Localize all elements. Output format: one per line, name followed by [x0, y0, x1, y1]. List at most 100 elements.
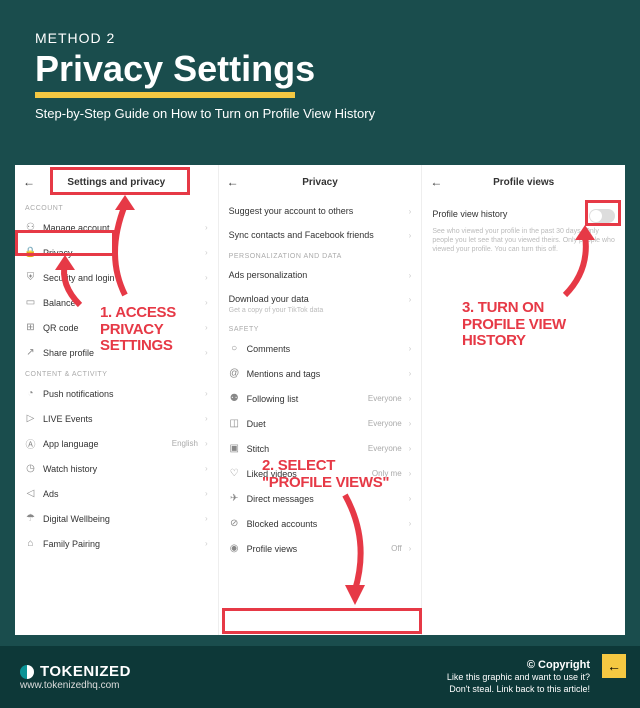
megaphone-icon: ◁ — [25, 488, 36, 499]
panel-title: Privacy — [241, 177, 400, 188]
header: METHOD 2 Privacy Settings Step-by-Step G… — [0, 0, 640, 136]
title-underline — [35, 92, 295, 98]
shield-icon: ⛨ — [25, 272, 36, 283]
row-ads-pers[interactable]: Ads personalization› — [219, 263, 422, 287]
row-stitch[interactable]: ▣StitchEveryone› — [219, 436, 422, 461]
chevron-right-icon: › — [409, 369, 412, 378]
row-balance[interactable]: ▭Balance› — [15, 290, 218, 315]
chevron-right-icon: › — [409, 295, 412, 304]
footer: TOKENIZED www.tokenizedhq.com © Copyrigh… — [0, 646, 640, 708]
at-icon: @ — [229, 368, 240, 379]
copyright-block: © Copyright Like this graphic and want t… — [447, 658, 590, 696]
download-sub: Get a copy of your TikTok data — [219, 306, 422, 320]
row-manage-account[interactable]: ⚇Manage account› — [15, 215, 218, 240]
section-safety: SAFETY — [219, 320, 422, 336]
chevron-right-icon: › — [409, 469, 412, 478]
section-personalization: PERSONALIZATION AND DATA — [219, 247, 422, 263]
chevron-right-icon: › — [205, 539, 208, 548]
row-suggest[interactable]: Suggest your account to others› — [219, 199, 422, 223]
panel-profile-views: ← Profile views Profile view history See… — [422, 165, 625, 635]
copyright-line1: Like this graphic and want to use it? — [447, 672, 590, 684]
chevron-right-icon: › — [205, 414, 208, 423]
chevron-right-icon: › — [205, 489, 208, 498]
profile-view-history-toggle[interactable] — [589, 209, 615, 223]
row-push[interactable]: ◔Push notifications› — [15, 381, 218, 406]
chevron-right-icon: › — [409, 271, 412, 280]
eye-icon: ◉ — [229, 543, 240, 554]
brand-block: TOKENIZED www.tokenizedhq.com — [20, 663, 131, 691]
row-watch[interactable]: ◷Watch history› — [15, 456, 218, 481]
panel-header: ← Settings and privacy — [15, 165, 218, 199]
person-icon: ⚇ — [25, 222, 36, 233]
brand: TOKENIZED — [20, 663, 131, 680]
chevron-right-icon: › — [205, 323, 208, 332]
back-arrow-icon[interactable]: ← — [430, 175, 444, 189]
row-dm[interactable]: ✈Direct messages› — [219, 486, 422, 511]
home-icon: ⌂ — [25, 538, 36, 549]
back-arrow-icon[interactable]: ← — [227, 175, 241, 189]
screenshot-panels: ← Settings and privacy ACCOUNT ⚇Manage a… — [15, 165, 625, 635]
toggle-description: See who viewed your profile in the past … — [432, 227, 615, 254]
brand-url: www.tokenizedhq.com — [20, 680, 131, 691]
chevron-right-icon: › — [205, 464, 208, 473]
copyright-title: © Copyright — [447, 658, 590, 672]
chevron-right-icon: › — [205, 439, 208, 448]
panel-settings: ← Settings and privacy ACCOUNT ⚇Manage a… — [15, 165, 219, 635]
method-label: METHOD 2 — [35, 30, 605, 46]
row-duet[interactable]: ◫DuetEveryone› — [219, 411, 422, 436]
plane-icon: ✈ — [229, 493, 240, 504]
row-live[interactable]: ▷LIVE Events› — [15, 406, 218, 431]
page-title: Privacy Settings — [35, 48, 605, 90]
row-security[interactable]: ⛨Security and login› — [15, 265, 218, 290]
wallet-icon: ▭ — [25, 297, 36, 308]
row-mentions[interactable]: @Mentions and tags› — [219, 361, 422, 386]
row-share[interactable]: ↗Share profile› — [15, 340, 218, 365]
chevron-right-icon: › — [205, 248, 208, 257]
row-following[interactable]: ⚉Following listEveryone› — [219, 386, 422, 411]
panel-title: Profile views — [444, 177, 603, 188]
row-comments[interactable]: ○Comments› — [219, 336, 422, 361]
chevron-right-icon: › — [409, 494, 412, 503]
row-qr[interactable]: ⊞QR code› — [15, 315, 218, 340]
row-wellbeing[interactable]: ☂Digital Wellbeing› — [15, 506, 218, 531]
live-icon: ▷ — [25, 413, 36, 424]
chevron-right-icon: › — [205, 514, 208, 523]
row-blocked[interactable]: ⊘Blocked accounts› — [219, 511, 422, 536]
row-profile-views[interactable]: ◉Profile viewsOff› — [219, 536, 422, 561]
subtitle: Step-by-Step Guide on How to Turn on Pro… — [35, 106, 605, 121]
lock-icon: 🔒 — [25, 247, 36, 258]
row-ads[interactable]: ◁Ads› — [15, 481, 218, 506]
panel-header: ← Privacy — [219, 165, 422, 199]
chevron-right-icon: › — [409, 207, 412, 216]
chevron-right-icon: › — [205, 223, 208, 232]
panel-title: Settings and privacy — [37, 177, 196, 188]
row-download[interactable]: Download your data› — [219, 287, 422, 306]
row-family[interactable]: ⌂Family Pairing› — [15, 531, 218, 556]
brand-name: TOKENIZED — [40, 663, 131, 680]
chevron-right-icon: › — [409, 231, 412, 240]
back-arrow-icon[interactable]: ← — [23, 175, 37, 189]
people-icon: ⚉ — [229, 393, 240, 404]
chevron-right-icon: › — [409, 344, 412, 353]
row-liked[interactable]: ♡Liked videosOnly me› — [219, 461, 422, 486]
panel-header: ← Profile views — [422, 165, 625, 199]
globe-icon: Ⓐ — [25, 438, 36, 449]
row-language[interactable]: ⒶApp languageEnglish› — [15, 431, 218, 456]
comment-icon: ○ — [229, 343, 240, 354]
section-account: ACCOUNT — [15, 199, 218, 215]
row-privacy[interactable]: 🔒Privacy› — [15, 240, 218, 265]
chevron-right-icon: › — [409, 544, 412, 553]
share-icon: ↗ — [25, 347, 36, 358]
row-sync[interactable]: Sync contacts and Facebook friends› — [219, 223, 422, 247]
toggle-label: Profile view history — [432, 209, 507, 219]
chevron-right-icon: › — [205, 389, 208, 398]
stitch-icon: ▣ — [229, 443, 240, 454]
chevron-right-icon: › — [205, 298, 208, 307]
umbrella-icon: ☂ — [25, 513, 36, 524]
panel-privacy: ← Privacy Suggest your account to others… — [219, 165, 423, 635]
bell-icon: ◔ — [25, 388, 36, 399]
toggle-label-row: Profile view history — [432, 209, 615, 223]
chevron-right-icon: › — [409, 394, 412, 403]
link-back-button[interactable]: ← — [602, 654, 626, 678]
toggle-row: Profile view history See who viewed your… — [422, 199, 625, 264]
